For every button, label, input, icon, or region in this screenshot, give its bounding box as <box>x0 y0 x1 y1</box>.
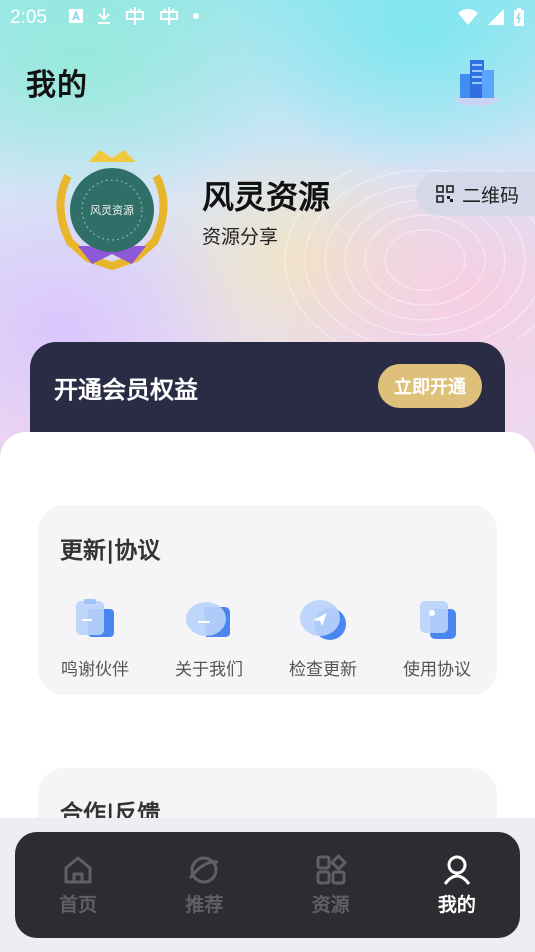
qr-code-icon <box>436 185 454 203</box>
send-icon <box>300 600 346 640</box>
profile-name: 风灵资源 <box>202 178 331 216</box>
grid-item-label: 鸣谢伙伴 <box>61 660 129 680</box>
profile-subtitle: 资源分享 <box>202 226 279 248</box>
grid-item-user-agreement[interactable]: 使用协议 <box>380 597 494 680</box>
building-icon[interactable] <box>450 52 504 108</box>
bug-icon <box>126 7 144 25</box>
activate-vip-button[interactable]: 立即开通 <box>378 364 482 408</box>
page-title: 我的 <box>26 68 88 103</box>
bug-icon <box>160 7 178 25</box>
document-icon <box>420 601 456 639</box>
tab-mine[interactable]: 我的 <box>394 832 520 938</box>
dot-icon <box>193 13 199 19</box>
download-icon <box>98 8 110 24</box>
tab-label: 推荐 <box>185 894 224 916</box>
update-agreement-section: 更新|协议 鸣谢伙伴 关于我们 检查更新 使用协议 <box>38 505 497 695</box>
grid-icon <box>316 854 347 885</box>
battery-icon <box>514 8 524 26</box>
font-notification-icon <box>69 9 83 23</box>
home-icon <box>64 856 92 884</box>
clipboard-icon <box>76 599 114 637</box>
grid-item-check-update[interactable]: 检查更新 <box>266 597 380 680</box>
avatar-seal-text: 风灵资源 <box>90 203 134 217</box>
tab-label: 资源 <box>311 894 350 916</box>
status-notification-icons <box>68 6 200 26</box>
qr-code-label: 二维码 <box>462 184 520 207</box>
planet-icon <box>189 856 219 884</box>
bottom-tab-bar: 首页 推荐 资源 我的 <box>15 832 520 938</box>
avatar[interactable]: 风灵资源 <box>48 146 176 270</box>
status-system-icons <box>457 7 525 27</box>
grid-item-label: 关于我们 <box>175 660 243 680</box>
chat-bubble-icon <box>186 602 230 637</box>
status-bar: 2:05 <box>0 0 535 36</box>
tab-resources[interactable]: 资源 <box>268 832 394 938</box>
tab-label: 我的 <box>437 894 476 916</box>
grid-item-about-us[interactable]: 关于我们 <box>152 597 266 680</box>
qr-code-button[interactable]: 二维码 <box>416 172 535 216</box>
grid-item-label: 检查更新 <box>289 660 357 680</box>
tab-recommend[interactable]: 推荐 <box>141 832 267 938</box>
user-icon <box>443 855 471 885</box>
grid-item-thanks-partners[interactable]: 鸣谢伙伴 <box>38 597 152 680</box>
vip-title: 开通会员权益 <box>54 376 198 404</box>
signal-icon <box>488 9 504 25</box>
tab-home[interactable]: 首页 <box>15 832 141 938</box>
wifi-icon <box>458 9 478 25</box>
section-title: 更新|协议 <box>60 538 161 564</box>
tab-label: 首页 <box>59 894 98 916</box>
status-time: 2:05 <box>10 7 47 28</box>
grid-item-label: 使用协议 <box>403 660 471 680</box>
